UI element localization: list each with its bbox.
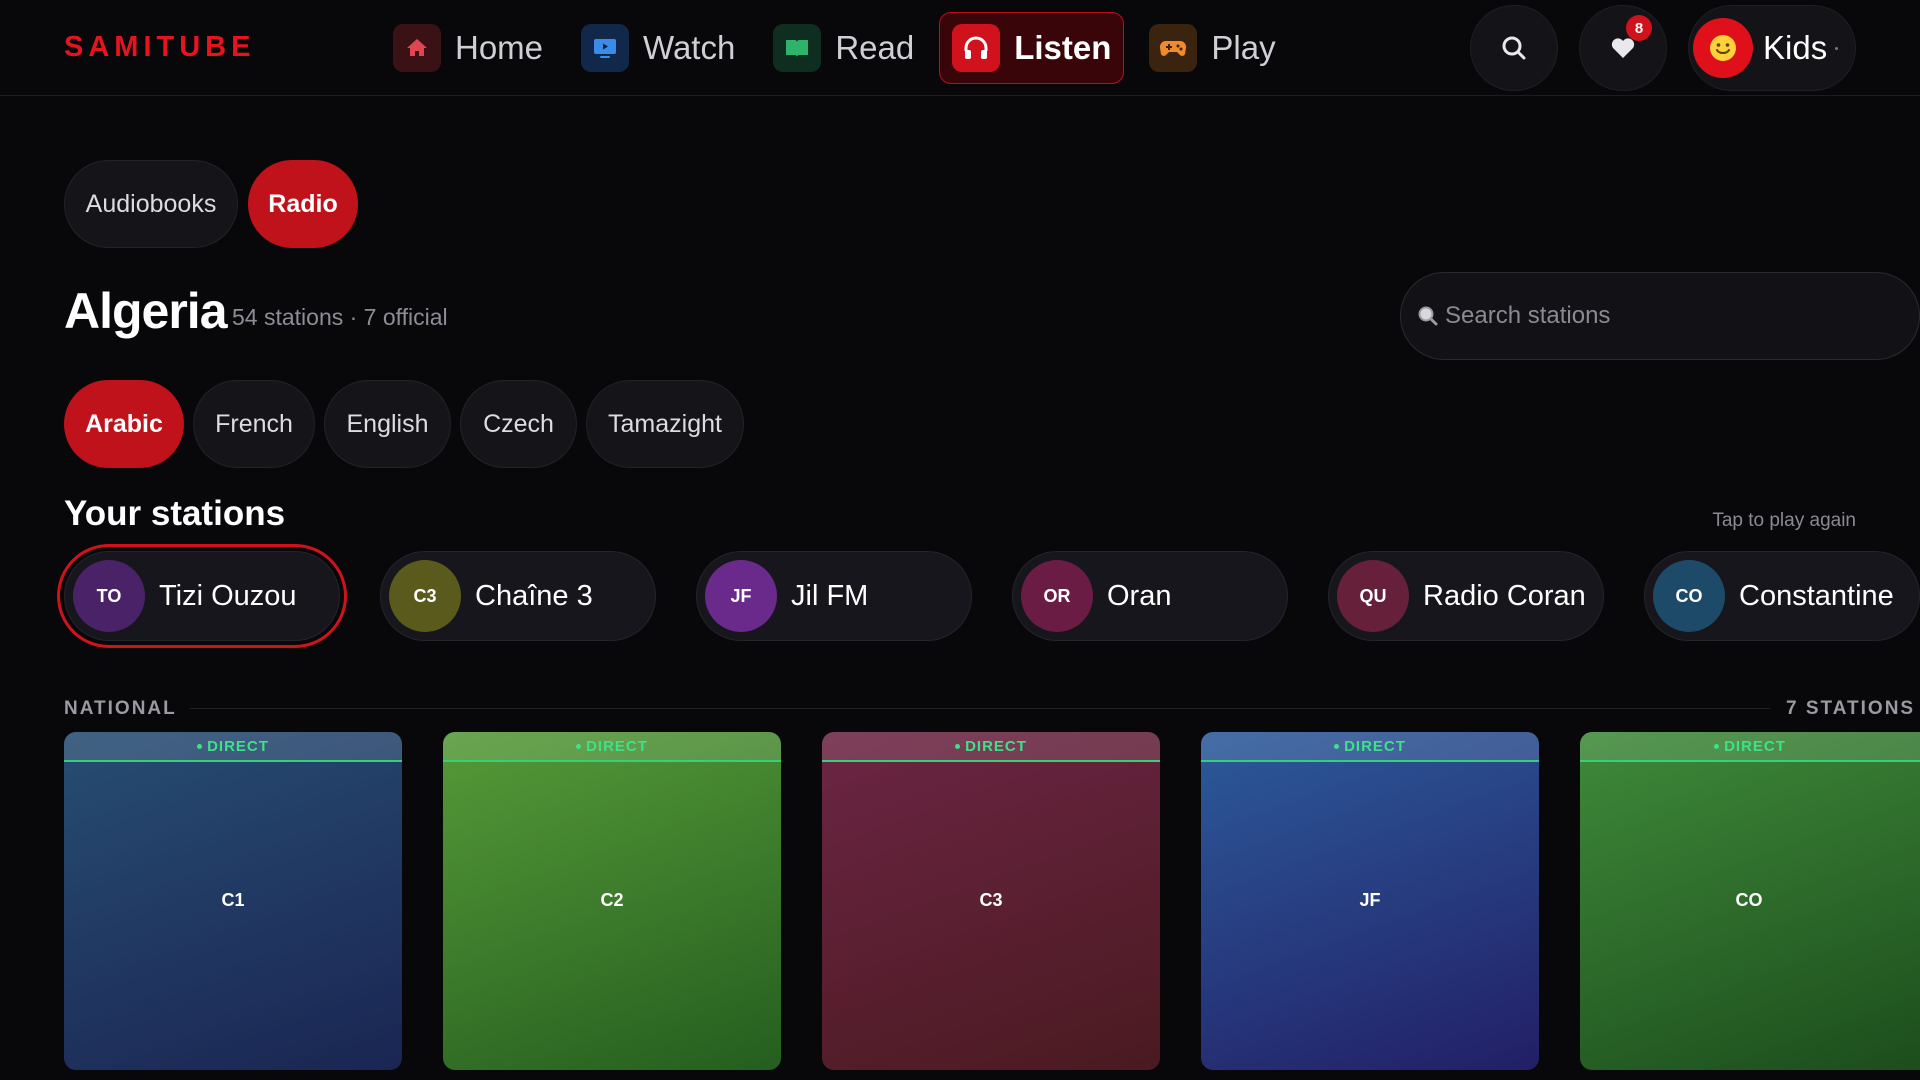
smiley-icon — [1693, 18, 1753, 78]
live-dot-icon — [955, 743, 961, 749]
heart-icon — [1611, 38, 1635, 58]
national-group-label: NATIONAL — [64, 698, 177, 719]
live-label: DIRECT — [207, 737, 269, 755]
station-code: C3 — [979, 890, 1003, 910]
lang-english[interactable]: English — [324, 380, 451, 468]
lang-tamazight[interactable]: Tamazight — [586, 380, 744, 468]
live-label: DIRECT — [1344, 737, 1406, 755]
country-station-count: 54 stations · 7 official — [232, 304, 448, 330]
home-icon — [393, 24, 441, 72]
live-badge: DIRECT — [822, 732, 1160, 762]
live-badge: DIRECT — [64, 732, 402, 762]
book-icon — [773, 24, 822, 72]
search-input[interactable] — [1445, 302, 1905, 330]
your-stations-title: Your stations — [64, 494, 286, 533]
group-divider — [190, 708, 1770, 709]
station-name: Chaîne 3 — [475, 579, 593, 612]
station-initials: C3 — [389, 560, 461, 632]
nav-listen-label: Listen — [1014, 29, 1112, 66]
station-initials: TO — [73, 560, 145, 632]
tap-to-play-hint: Tap to play again — [1712, 510, 1856, 531]
top-bar: SAMITUBE Home Watch Read Listen Play 8 K… — [0, 0, 1920, 96]
live-badge: DIRECT — [1580, 732, 1920, 762]
tv-icon — [581, 24, 630, 72]
station-card-c1[interactable]: DIRECT C1 — [64, 732, 402, 1070]
live-dot-icon — [1714, 743, 1720, 749]
live-dot-icon — [576, 743, 582, 749]
station-initials: JF — [705, 560, 777, 632]
favorites-count-badge: 8 — [1626, 15, 1652, 41]
nav-home[interactable]: Home — [380, 12, 556, 84]
live-label: DIRECT — [1724, 737, 1786, 755]
profile-menu-dot — [1835, 46, 1839, 50]
nav-watch[interactable]: Watch — [568, 12, 748, 84]
live-label: DIRECT — [586, 737, 648, 755]
tab-audiobooks[interactable]: Audiobooks — [64, 160, 238, 248]
recent-station-tizi-ouzou[interactable]: TO Tizi Ouzou — [57, 544, 347, 648]
station-initials: QU — [1337, 560, 1409, 632]
recent-station-jil-fm[interactable]: JF Jil FM — [696, 551, 972, 641]
profile-name: Kids — [1763, 29, 1828, 66]
station-code: JF — [1359, 890, 1381, 910]
station-name: Jil FM — [791, 579, 869, 612]
national-station-count: 7 STATIONS — [1786, 698, 1916, 719]
recent-station-radio-coran[interactable]: QU Radio Coran — [1328, 551, 1604, 641]
station-search[interactable] — [1400, 272, 1920, 360]
search-icon — [1502, 36, 1526, 60]
nav-read-label: Read — [835, 29, 915, 66]
main-nav: Home Watch Read Listen Play — [380, 12, 1301, 84]
brand-logo[interactable]: SAMITUBE — [64, 31, 255, 64]
nav-listen[interactable]: Listen — [939, 12, 1125, 84]
nav-read[interactable]: Read — [760, 12, 927, 84]
nav-watch-label: Watch — [643, 29, 736, 66]
station-name: Tizi Ouzou — [159, 579, 297, 612]
live-badge: DIRECT — [1201, 732, 1539, 762]
recent-station-oran[interactable]: OR Oran — [1012, 551, 1288, 641]
station-initials: CO — [1653, 560, 1725, 632]
recent-station-chaine-3[interactable]: C3 Chaîne 3 — [380, 551, 656, 641]
tab-radio[interactable]: Radio — [248, 160, 358, 248]
live-dot-icon — [1334, 743, 1340, 749]
station-code: CO — [1735, 890, 1763, 910]
search-button[interactable] — [1470, 5, 1558, 91]
lang-arabic[interactable]: Arabic — [64, 380, 184, 468]
live-badge: DIRECT — [443, 732, 781, 762]
station-card-c2[interactable]: DIRECT C2 — [443, 732, 781, 1070]
headphones-icon — [952, 24, 1001, 72]
country-title: Algeria — [64, 283, 228, 339]
nav-play-label: Play — [1211, 29, 1276, 66]
station-initials: OR — [1021, 560, 1093, 632]
live-label: DIRECT — [965, 737, 1027, 755]
lang-czech[interactable]: Czech — [460, 380, 577, 468]
profile-switcher[interactable]: Kids — [1688, 5, 1856, 91]
station-card-jf[interactable]: DIRECT JF — [1201, 732, 1539, 1070]
gamepad-icon — [1149, 24, 1198, 72]
nav-play[interactable]: Play — [1136, 12, 1288, 84]
station-code: C1 — [221, 890, 245, 910]
magnifier-icon — [1418, 306, 1438, 326]
station-name: Constantine — [1739, 579, 1894, 612]
station-name: Oran — [1107, 579, 1172, 612]
live-dot-icon — [197, 743, 203, 749]
station-code: C2 — [600, 890, 624, 910]
station-card-c3[interactable]: DIRECT C3 — [822, 732, 1160, 1070]
lang-french[interactable]: French — [193, 380, 315, 468]
station-card-co[interactable]: DIRECT CO — [1580, 732, 1920, 1070]
recent-station-constantine[interactable]: CO Constantine — [1644, 551, 1920, 641]
station-name: Radio Coran — [1423, 579, 1586, 612]
nav-home-label: Home — [455, 29, 544, 66]
favorites-button[interactable]: 8 — [1579, 5, 1667, 91]
app-root: SAMITUBE Home Watch Read Listen Play 8 K… — [0, 0, 1920, 1080]
